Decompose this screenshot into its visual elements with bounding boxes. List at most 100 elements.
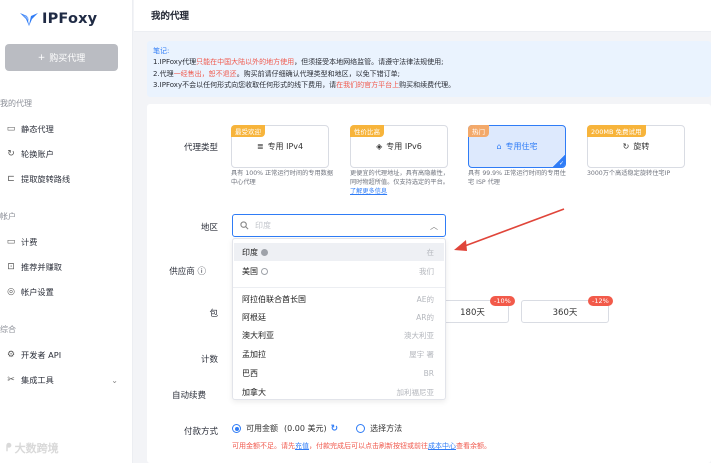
tools-icon: ✂ <box>7 375 15 385</box>
proxy-type-rotating[interactable]: 200MB 免费试用 ↻ 旋转 <box>587 125 685 168</box>
notice-line-3: 3.IPFoxy不会以任何形式向您收取任何形式的线下费用，请在我们的官方平台上购… <box>153 80 705 91</box>
payment-note-text: ，付款完成后可以点击刷新按钮或前往 <box>309 442 428 450</box>
proxy-type-residential[interactable]: 热门 ⌂ 专用住宅 ✓ <box>468 125 566 168</box>
sidebar-item-account-settings[interactable]: ◎ 帐户设置 <box>6 286 124 298</box>
watermark-logo-icon: ᖰ <box>6 441 12 454</box>
refresh-icon[interactable]: ↻ <box>331 424 339 434</box>
sidebar-item-label: 提取旋转路线 <box>21 174 71 184</box>
region-option-code: 加利福尼亚 <box>396 387 435 397</box>
region-search-input[interactable] <box>255 221 425 230</box>
proxy-type-label: 专用 IPv6 <box>386 142 422 151</box>
header: 我的代理 <box>134 0 711 32</box>
buy-proxy-button[interactable]: + 购买代理 <box>5 44 118 71</box>
sidebar-item-referral[interactable]: ⊡ 推荐并赚取 <box>6 261 124 273</box>
proxy-type-ipv4[interactable]: 最受欢迎 ≣ 专用 IPv4 <box>231 125 329 168</box>
payment-note-text: 可用金额不足。请先 <box>232 442 295 450</box>
rotate-icon: ↻ <box>622 142 630 151</box>
radio-choose-method[interactable] <box>356 424 366 433</box>
region-option-name: 巴西 <box>242 368 258 378</box>
discount-badge: -10% <box>490 296 515 306</box>
notice-line-2: 2.代理一经售出，恕不退还。购买前请仔细确认代理类型和地区，以免下错订单; <box>153 69 705 80</box>
sidebar-item-billing[interactable]: ▭ 计费 <box>6 236 124 248</box>
region-option[interactable]: 孟加拉 屋宇 署 <box>234 345 444 363</box>
region-option[interactable]: 加拿大 加利福尼亚 <box>234 383 444 399</box>
gift-icon: ⊡ <box>7 262 15 272</box>
proxy-type-desc: 具有 99.9% 正常运行时间的专用住宅 ISP 代理 <box>468 170 566 186</box>
notice-text: 购买和续费代理。 <box>399 80 456 89</box>
notice-box: 笔记: 1.IPFoxy代理只能在中国大陆以外的地方使用，但须接受本地网络监管。… <box>147 41 711 97</box>
server-icon: ≣ <box>256 142 264 151</box>
recharge-link[interactable]: 充值 <box>295 442 309 450</box>
sidebar-item-rotating-account[interactable]: ↻ 轮换账户 <box>6 148 124 160</box>
notice-title: 笔记: <box>153 47 170 55</box>
buy-proxy-label: 购买代理 <box>49 54 86 64</box>
notice-warning: 一经售出，恕不退还 <box>173 69 237 78</box>
sidebar-item-label: 静态代理 <box>21 124 54 134</box>
auto-renew-label: 自动续费 <box>171 391 206 401</box>
region-option-code: 在 <box>426 247 435 257</box>
sidebar-item-developer-api[interactable]: ⚙ 开发者 API <box>6 349 124 361</box>
count-label: 计数 <box>200 355 218 365</box>
region-select[interactable]: ︿ <box>232 214 446 237</box>
tag-badge: 最受欢迎 <box>231 125 265 137</box>
monitor-icon: ▭ <box>6 124 16 134</box>
region-option[interactable]: 澳大利亚 澳大利亚 <box>234 326 444 344</box>
region-option[interactable]: 阿拉伯联合酋长国 AE的 <box>234 290 444 308</box>
region-dropdown: 印度 在 美国 我们 阿拉伯联合酋长国 AE的 阿根廷 AR的 澳大利亚 澳大利… <box>232 238 446 400</box>
notice-line-1: 1.IPFoxy代理只能在中国大陆以外的地方使用，但须接受本地网络监管。请遵守法… <box>153 57 705 68</box>
balance-amount: (0.00 美元) <box>284 424 327 433</box>
nav-section-account: 帐户 <box>0 212 16 221</box>
sidebar-item-integration-tools[interactable]: ✂ 集成工具 ⌄ <box>6 374 124 386</box>
annotation-arrow-icon <box>454 208 565 251</box>
proxy-type-label: 代理类型 <box>183 143 218 153</box>
route-icon: ⊏ <box>7 174 15 184</box>
region-option-name: 阿拉伯联合酋长国 <box>242 294 306 304</box>
sidebar: IPFoxy + 购买代理 我的代理 ▭ 静态代理 ↻ 轮换账户 ⊏ 提取旋转路… <box>0 0 133 463</box>
sidebar-item-static-proxy[interactable]: ▭ 静态代理 <box>6 123 124 135</box>
region-option[interactable]: 印度 在 <box>234 243 444 261</box>
sidebar-item-extract-route[interactable]: ⊏ 提取旋转路线 <box>6 173 124 185</box>
settings-icon: ◎ <box>7 287 15 297</box>
region-option-code: AE的 <box>416 294 434 304</box>
learn-more-link[interactable]: 了解更多信息 <box>350 188 387 195</box>
region-option[interactable]: 美国 我们 <box>234 262 444 280</box>
gear-icon: ⚙ <box>6 350 16 360</box>
notice-text: 1.IPFoxy代理 <box>153 58 197 67</box>
proxy-type-ipv6[interactable]: 性价比高 ◈ 专用 IPv6 <box>350 125 448 168</box>
region-option-code: BR <box>423 368 434 378</box>
notice-warning: 只能在中国大陆以外的地方使用 <box>196 58 295 67</box>
search-icon <box>240 221 249 230</box>
plus-icon: + <box>37 52 46 63</box>
stack-icon: ◈ <box>376 142 383 151</box>
notice-text: 2.代理 <box>153 69 174 78</box>
radio-balance[interactable] <box>232 424 241 433</box>
period-label: 360天 <box>552 307 578 318</box>
region-option[interactable]: 阿根廷 AR的 <box>234 308 444 326</box>
supplier-label: 供应商 ⓘ <box>146 265 206 277</box>
logo[interactable]: IPFoxy <box>20 11 97 27</box>
payment-note: 可用金额不足。请先充值，付款完成后可以点击刷新按钮或前往成本中心查看余额。 <box>232 441 491 451</box>
choose-method-label: 选择方法 <box>370 424 403 433</box>
loading-icon <box>261 267 268 275</box>
period-label: 180天 <box>460 307 485 318</box>
card-icon: ▭ <box>6 237 16 247</box>
region-label: 地区 <box>200 223 218 233</box>
watermark: ᖰ 大数跨境 <box>6 440 59 456</box>
region-option[interactable]: 巴西 BR <box>234 364 444 382</box>
package-label: 包 <box>209 309 218 319</box>
region-option-code: 我们 <box>419 266 434 276</box>
payment-note-text: 查看余额。 <box>456 442 491 450</box>
region-option-name: 阿根廷 <box>242 312 266 322</box>
region-option-name: 加拿大 <box>242 387 266 397</box>
home-icon: ⌂ <box>496 142 502 151</box>
region-option-code: 屋宇 署 <box>409 349 434 359</box>
proxy-type-label: 旋转 <box>633 142 650 151</box>
sidebar-item-label: 计费 <box>21 237 38 247</box>
cost-center-link[interactable]: 成本中心 <box>428 442 456 450</box>
proxy-type-desc: 更便宜的代理地址，具有高隐蔽性，同时物超所值。仅支持选定的平台。了解更多信息 <box>350 170 454 196</box>
info-icon: ⓘ <box>197 267 206 277</box>
sidebar-item-label: 集成工具 <box>21 375 54 385</box>
notice-warning: 在我们的官方平台上 <box>336 80 400 89</box>
proxy-desc-text: 更便宜的代理地址，具有高隐蔽性，同时物超所值。仅支持选定的平台。 <box>350 170 449 186</box>
proxy-type-label: 专用 IPv4 <box>267 142 304 151</box>
